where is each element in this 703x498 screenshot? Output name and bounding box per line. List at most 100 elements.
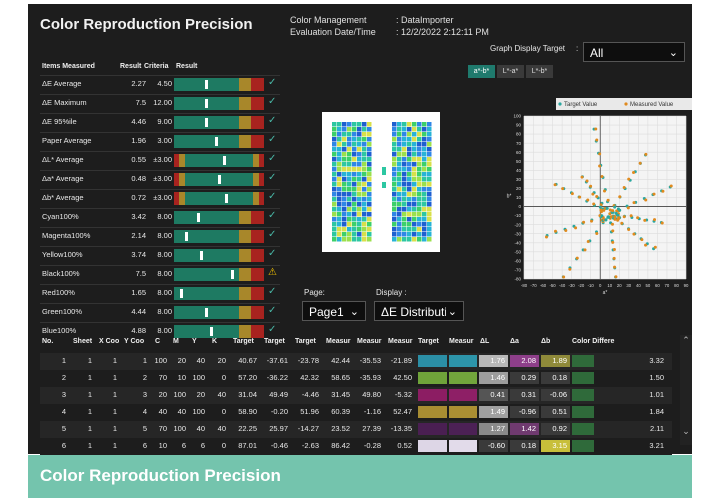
heatmap-cell [402, 147, 407, 152]
heatmap-cell [427, 227, 432, 232]
heatmap-cell [407, 212, 412, 217]
heatmap-cell [367, 157, 372, 162]
heatmap-cell [357, 167, 362, 172]
heatmap-cell [407, 137, 412, 142]
heatmap-cell [337, 232, 342, 237]
x-tick-label: -10 [588, 283, 595, 288]
heatmap-cell [402, 232, 407, 237]
table-row[interactable]: 4 1 1 4 40 40 100 0 58.90 -0.20 51.96 60.39 -1.16 52.… [40, 404, 672, 421]
measured-point [632, 232, 636, 236]
gauge-segment [238, 116, 252, 129]
table-scrollbar[interactable]: ⌃ ⌄ [680, 335, 692, 445]
heatmap-cell [352, 172, 357, 177]
heatmap-cell [407, 237, 412, 242]
heatmap-cell [412, 152, 417, 157]
tab-lb[interactable]: L*-b* [526, 65, 553, 78]
heatmap-cell [417, 122, 422, 127]
result-gauge [174, 230, 264, 243]
heatmap-cell [362, 212, 367, 217]
gauge-segment [238, 249, 252, 262]
table-row[interactable]: 3 1 1 3 20 100 20 40 31.04 49.49 -4.46 31.45 49.80 -5… [40, 387, 672, 404]
y-tick-label: 100 [513, 114, 521, 119]
heatmap-cell [332, 202, 337, 207]
measured-item-label: Black100% [42, 269, 80, 278]
tab-la[interactable]: L*-a* [497, 65, 524, 78]
y-tick-label: -50 [514, 249, 521, 254]
heatmap-cell [392, 207, 397, 212]
cell-db: 0.18 [541, 372, 570, 384]
cell-da: -0.96 [510, 406, 539, 418]
heatmap-cell [332, 192, 337, 197]
heatmap-cell [357, 227, 362, 232]
cell-mb: 0.52 [397, 441, 412, 450]
cell-mL: 86.42 [331, 441, 350, 450]
heatmap-cell [337, 167, 342, 172]
column-header: Target [233, 338, 254, 345]
table-row[interactable]: 2 1 1 2 70 10 100 0 57.20 -36.22 42.32 58.65 -35.93 4… [40, 370, 672, 387]
tab-ab[interactable]: a*-b* [468, 65, 495, 78]
scroll-up-icon[interactable]: ⌃ [680, 335, 692, 346]
heatmap-cell [392, 127, 397, 132]
heatmap-cell [417, 217, 422, 222]
table-row[interactable]: 1 1 1 1 100 20 40 20 40.67 -37.61 -23.78 42.44 -35.5… [40, 353, 672, 370]
table-row[interactable]: 5 1 1 5 70 100 40 40 22.25 25.97 -14.27 23.52 27.39-… [40, 421, 672, 438]
heatmap-cell [397, 202, 402, 207]
heatmap-cell [412, 147, 417, 152]
y-tick-label: 50 [516, 159, 522, 164]
page-dropdown[interactable]: Page1 ⌄ [302, 301, 366, 321]
heatmap-cell [352, 237, 357, 242]
display-dropdown[interactable]: ΔE Distributio ⌄ [374, 301, 464, 321]
gauge-segment [238, 287, 252, 300]
gauge-segment [238, 211, 252, 224]
cell-tL: 31.04 [238, 390, 257, 399]
measured-item-label: Δa* Average [42, 174, 84, 183]
cell-x: 1 [112, 390, 117, 399]
measured-point [629, 214, 633, 218]
measured-row: Black100% 7.5 8.00 ⚠ [40, 265, 280, 284]
x-tick-label: 70 [665, 283, 670, 288]
chevron-down-icon: ⌄ [668, 47, 678, 59]
graph-target-dropdown[interactable]: All ⌄ [583, 42, 685, 62]
column-header: Y Coo [124, 338, 145, 345]
measured-criteria: 9.00 [157, 117, 172, 126]
heatmap-cell [332, 127, 337, 132]
row-divider [40, 94, 280, 95]
heatmap-cell [367, 147, 372, 152]
heatmap-cell [342, 147, 347, 152]
table-row[interactable]: 6 1 1 6 10 6 6 0 87.01 -0.46 -2.63 86.42 -0.28 0.52 -0… [40, 438, 672, 455]
heatmap-cell [352, 162, 357, 167]
column-header: Measur [357, 338, 382, 345]
check-icon: ✓ [268, 77, 277, 88]
col-result: Result [120, 63, 142, 70]
heatmap-cell [337, 187, 342, 192]
heatmap-cell [352, 182, 357, 187]
heatmap-cell [347, 227, 352, 232]
row-divider [40, 303, 280, 304]
heatmap-cell [407, 142, 412, 147]
heatmap-cell [352, 152, 357, 157]
heatmap-cell [362, 217, 367, 222]
target-color-swatch [418, 440, 447, 452]
heatmap-cell [342, 132, 347, 137]
heatmap-cell [427, 197, 432, 202]
measured-point [611, 240, 615, 244]
measured-row: Red100% 1.65 8.00 ✓ [40, 284, 280, 303]
measured-point [632, 170, 636, 174]
heatmap-cell [347, 152, 352, 157]
gauge-segment [251, 116, 264, 129]
heatmap-cell [427, 202, 432, 207]
heatmap-cell [417, 207, 422, 212]
heatmap-cell [427, 207, 432, 212]
heatmap-cell [362, 237, 367, 242]
cell-ta: 25.97 [269, 424, 288, 433]
heatmap-cell [352, 157, 357, 162]
cell-k: 0 [221, 441, 226, 450]
measured-color-swatch [449, 406, 477, 418]
x-tick-label: -40 [559, 283, 566, 288]
cell-tL: 87.01 [238, 441, 257, 450]
cell-da: 0.31 [510, 389, 539, 401]
scroll-down-icon[interactable]: ⌄ [680, 426, 692, 437]
measured-result: 4.44 [131, 307, 146, 316]
heatmap-cell [352, 127, 357, 132]
heatmap-cell [347, 147, 352, 152]
